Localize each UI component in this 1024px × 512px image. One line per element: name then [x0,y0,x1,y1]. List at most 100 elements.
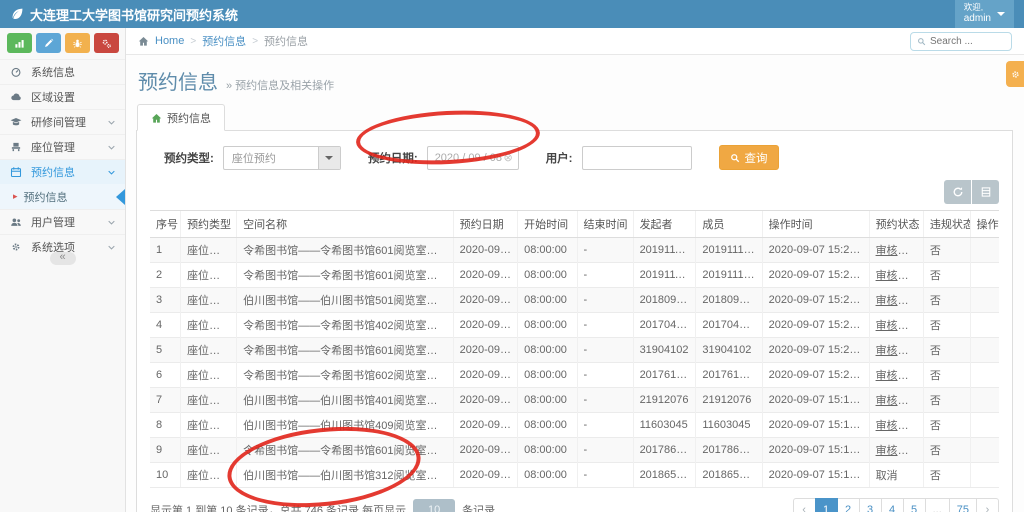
pagination-page-4[interactable]: 4 [881,498,904,512]
cell-action [970,363,999,388]
cell-member: 21912076 [696,388,762,413]
filter-row: 预约类型: 座位预约 预约日期: 2020 / 09 / 08 ⊗ 用户: [150,145,999,170]
table-row: 2座位预约令希图书馆——令希图书馆601阅览室——0172020-09-0808… [150,263,999,288]
page-subtitle: » 预约信息及相关操作 [226,77,334,93]
cell-violation: 否 [923,238,970,263]
user-greeting: 欢迎, admin [964,3,991,24]
type-filter-value: 座位预约 [224,150,318,166]
pagination-page-3[interactable]: 3 [859,498,882,512]
table-row: 10座位预约伯川图书馆——伯川图书馆312阅览室——0792020-09-080… [150,463,999,488]
pagination-page-1[interactable]: 1 [815,498,838,512]
cell-index: 3 [150,288,181,313]
status-link[interactable]: 审核通过 [876,445,920,457]
cell-op-time: 2020-09-07 15:23:14 [762,288,869,313]
cell-violation: 否 [923,288,970,313]
pagination-page-2[interactable]: 2 [837,498,860,512]
cell-op-time: 2020-09-07 15:16:33 [762,463,869,488]
sidebar-subitem-reservation-info[interactable]: ▸预约信息 [0,184,125,209]
cell-start: 08:00:00 [518,413,577,438]
edit-button[interactable] [36,33,61,53]
cell-action [970,413,999,438]
clear-date-icon[interactable]: ⊗ [503,151,512,164]
search-icon [730,153,740,163]
cell-op-time: 2020-09-07 15:18:47 [762,413,869,438]
cell-violation: 否 [923,363,970,388]
select-dropdown-button[interactable] [318,147,340,169]
cell-status: 审核通过 [869,288,923,313]
type-filter-select[interactable]: 座位预约 [223,146,341,170]
cell-space: 令希图书馆——令希图书馆601阅览室——017 [237,263,454,288]
bug-icon [72,38,83,49]
status-link[interactable]: 审核通过 [876,345,920,357]
cell-space: 伯川图书馆——伯川图书馆312阅览室——079 [237,463,454,488]
chevron-down-icon [107,118,116,127]
sidebar-item-reservation-info[interactable]: 预约信息 [0,159,125,184]
sidebar-item-area-settings[interactable]: 区域设置 [0,84,125,109]
config-button[interactable] [94,33,119,53]
sidebar-item-user-management[interactable]: 用户管理 [0,209,125,234]
cell-initiator: 201911106 [633,238,696,263]
status-link[interactable]: 审核通过 [876,270,920,282]
columns-icon [980,186,992,198]
cell-member: 11603045 [696,413,762,438]
chevron-down-icon [107,143,116,152]
query-button[interactable]: 查询 [719,145,779,170]
cell-space: 令希图书馆——令希图书馆602阅览室——072 [237,363,454,388]
tab-reservation-info[interactable]: 预约信息 [137,104,225,131]
columns-button[interactable] [972,180,999,204]
status-link[interactable]: 审核通过 [876,370,920,382]
sidebar-collapse-button[interactable]: « [50,252,76,265]
sidebar-item-studyroom-management[interactable]: 研修间管理 [0,109,125,134]
pagination-page-5[interactable]: 5 [903,498,926,512]
sidebar-item-system-info[interactable]: 系统信息 [0,59,125,84]
cell-op-time: 2020-09-07 15:23:54 [762,238,869,263]
users-icon [10,216,25,228]
status-link[interactable]: 审核通过 [876,395,920,407]
status-link[interactable]: 审核通过 [876,420,920,432]
global-search-input[interactable] [930,36,1002,47]
status-link[interactable]: 审核通过 [876,245,920,257]
column-header-initiator: 发起者 [633,211,696,238]
cell-start: 08:00:00 [518,238,577,263]
cell-date: 2020-09-08 [453,313,518,338]
table-row: 7座位预约伯川图书馆——伯川图书馆401阅览室——0312020-09-0808… [150,388,999,413]
cell-space: 令希图书馆——令希图书馆601阅览室——033 [237,438,454,463]
table-row: 8座位预约伯川图书馆——伯川图书馆409阅览室——0442020-09-0808… [150,413,999,438]
table-row: 1座位预约令希图书馆——令希图书馆601阅览室——0192020-09-0808… [150,238,999,263]
column-header-type: 预约类型 [181,211,237,238]
global-search-box[interactable] [910,32,1012,51]
stats-button[interactable] [7,33,32,53]
cell-type: 座位预约 [181,363,237,388]
leaf-icon [10,7,24,21]
refresh-icon [952,186,964,198]
cell-start: 08:00:00 [518,463,577,488]
cell-start: 08:00:00 [518,313,577,338]
cell-date: 2020-09-08 [453,438,518,463]
settings-panel-toggle[interactable] [1006,61,1024,87]
user-filter-input[interactable] [582,146,692,170]
refresh-button[interactable] [944,180,971,204]
date-filter-label: 预约日期: [368,150,418,166]
cell-action [970,288,999,313]
date-filter-input[interactable]: 2020 / 09 / 08 ⊗ [427,146,519,170]
gear-icon [10,241,25,253]
sidebar-item-label: 用户管理 [31,214,75,230]
caret-down-icon [997,12,1005,16]
status-link[interactable]: 审核通过 [876,295,920,307]
pagination-prev[interactable]: ‹ [793,498,816,512]
pagination-next[interactable]: › [976,498,999,512]
bug-button[interactable] [65,33,90,53]
sidebar-item-seat-management[interactable]: 座位管理 [0,134,125,159]
pagination-page-75[interactable]: 75 [949,498,977,512]
cell-member: 201809007 [696,288,762,313]
cell-index: 9 [150,438,181,463]
breadcrumb-section-link[interactable]: 预约信息 [202,33,246,49]
cell-space: 伯川图书馆——伯川图书馆401阅览室——031 [237,388,454,413]
page-size-select[interactable]: 10 [413,499,455,512]
breadcrumb-home-link[interactable]: Home [155,35,184,47]
caret-down-icon [325,156,333,160]
cell-violation: 否 [923,438,970,463]
status-link[interactable]: 审核通过 [876,320,920,332]
user-menu[interactable]: 欢迎, admin [955,0,1014,28]
cell-action [970,338,999,363]
